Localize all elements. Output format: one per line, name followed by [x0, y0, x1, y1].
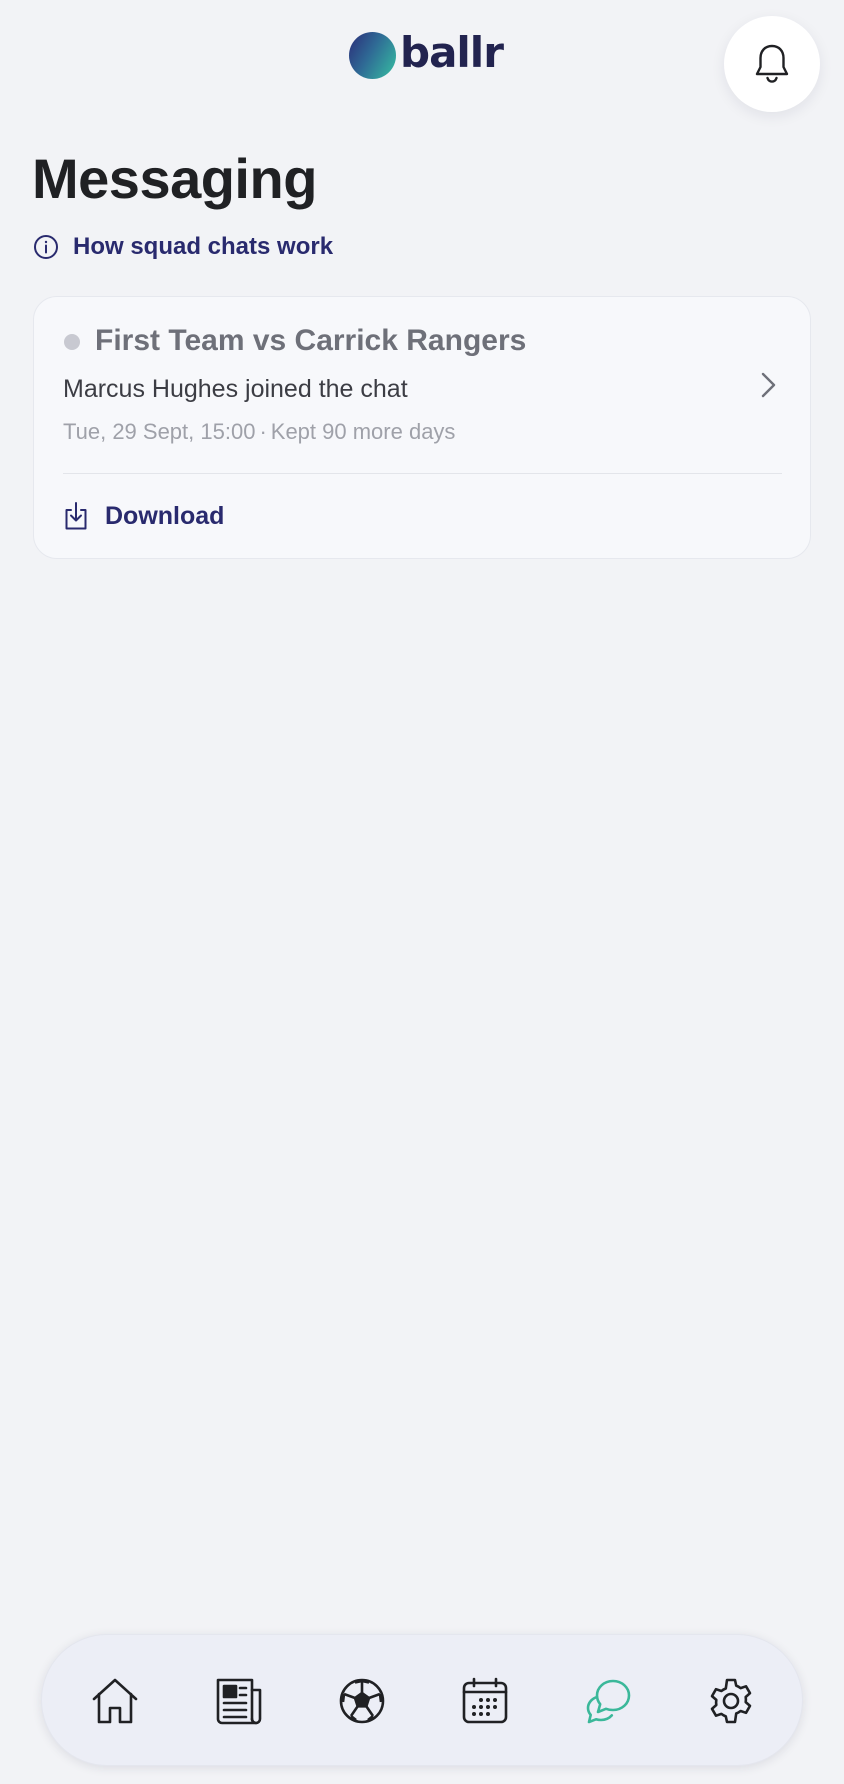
chat-date: Tue, 29 Sept, 15:00: [63, 419, 256, 444]
nav-item-home[interactable]: [85, 1671, 145, 1731]
how-squad-chats-work-link[interactable]: How squad chats work: [33, 230, 333, 264]
chat-meta: Tue, 29 Sept, 15:00 · Kept 90 more days: [63, 419, 455, 445]
card-divider: [63, 473, 782, 474]
football-icon: [339, 1678, 385, 1724]
chevron-right-icon: [761, 372, 776, 398]
calendar-icon: [462, 1677, 508, 1724]
newspaper-icon: [216, 1678, 262, 1725]
logo-mark-icon: [349, 31, 396, 79]
download-label: Download: [105, 501, 225, 530]
bell-icon: [755, 44, 789, 83]
chat-card: First Team vs Carrick Rangers Marcus Hug…: [33, 296, 811, 559]
gear-icon: [710, 1678, 752, 1724]
status-dot: [64, 334, 80, 350]
nav-item-settings[interactable]: [701, 1671, 761, 1731]
page-title: Messaging: [32, 147, 317, 210]
chat-title: First Team vs Carrick Rangers: [95, 324, 527, 357]
chat-bubbles-icon: [586, 1679, 631, 1724]
download-button[interactable]: Download: [63, 491, 224, 541]
logo-text: ballr: [400, 28, 504, 77]
download-icon: [65, 502, 87, 530]
nav-item-messaging[interactable]: [578, 1671, 638, 1731]
meta-separator: ·: [259, 419, 267, 444]
nav-item-news[interactable]: [209, 1671, 269, 1731]
chat-last-message: Marcus Hughes joined the chat: [63, 375, 408, 403]
info-circle-icon: [34, 235, 58, 259]
notifications-button[interactable]: [724, 16, 820, 112]
info-link-label: How squad chats work: [73, 233, 334, 260]
nav-item-matches[interactable]: [332, 1671, 392, 1731]
home-icon: [92, 1678, 138, 1724]
chat-retention: Kept 90 more days: [270, 419, 456, 444]
messaging-screen: ballr Messaging How squad chats work Fir…: [0, 0, 844, 1784]
nav-item-calendar[interactable]: [455, 1671, 515, 1731]
app-header: ballr: [0, 0, 844, 112]
app-logo: ballr: [349, 28, 504, 80]
chat-row[interactable]: First Team vs Carrick Rangers Marcus Hug…: [34, 297, 810, 473]
bottom-nav: [41, 1634, 803, 1766]
